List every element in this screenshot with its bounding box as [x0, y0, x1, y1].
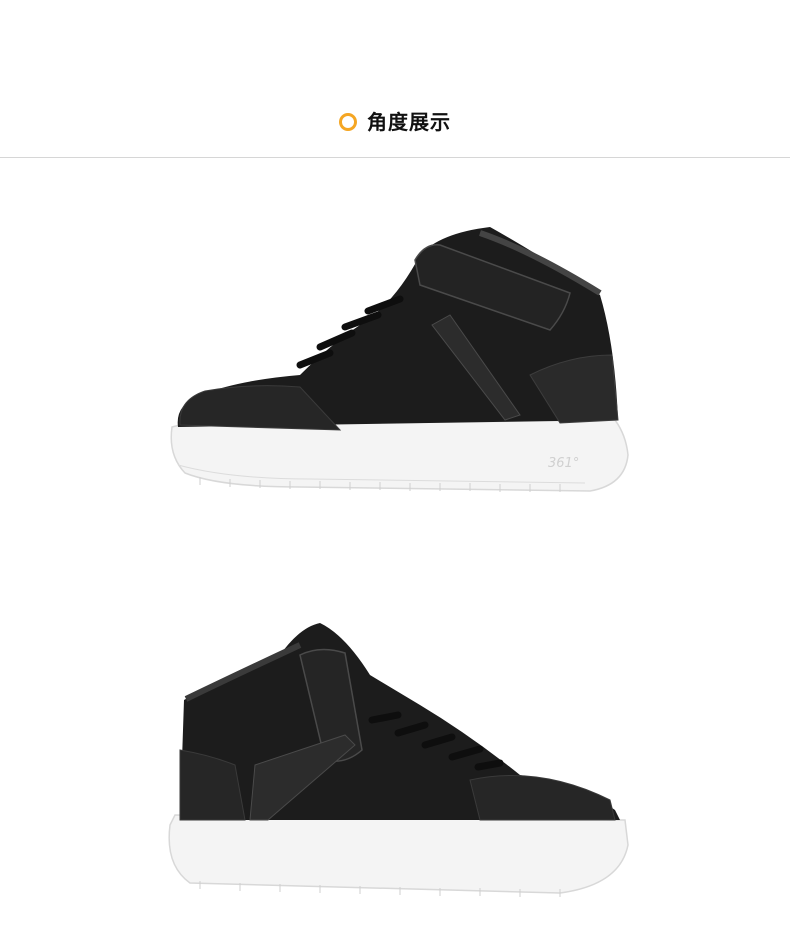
section-title: 角度展示: [367, 110, 451, 134]
shoe-rear-angle-view-image: [0, 615, 790, 905]
shoe-side-view-image: 361°: [0, 215, 790, 505]
circle-ring-icon: [339, 113, 357, 131]
title-row: 角度展示: [0, 110, 790, 134]
sole-logo-text: 361°: [548, 456, 579, 471]
header-divider: [0, 157, 790, 158]
section-header: 角度展示: [0, 0, 790, 158]
